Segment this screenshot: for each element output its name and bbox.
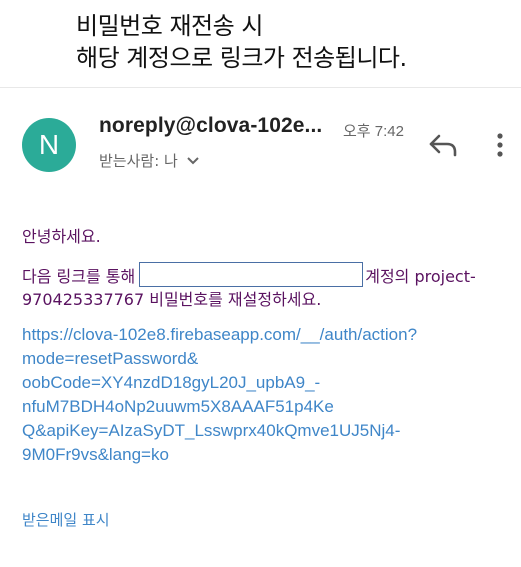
sender-avatar: N [22,118,76,172]
instruction-prefix: 다음 링크를 통해 [22,266,136,286]
instruction-line-1: 다음 링크를 통해 계정의 project- [22,262,476,287]
reset-link-line: Q&apiKey=AIzaSyDT_Lsswprx40kQmve1UJ5Nj4- [22,421,401,440]
redacted-email-box [139,262,364,287]
reset-link-line: https://clova-102e8.firebaseapp.com/__/a… [22,325,418,344]
reset-link-line: oobCode=XY4nzdD18gyL20J_upbA9_- [22,373,321,392]
instruction-suffix: 계정의 project- [365,266,476,286]
caption-line-2: 해당 계정으로 링크가 전송됩니다. [76,44,407,72]
reply-icon[interactable] [426,130,460,160]
sender-address[interactable]: noreply@clova-102e... [99,114,334,138]
timestamp: 오후 7:42 [343,123,404,140]
show-quoted-text-link[interactable]: 받은메일 표시 [22,509,110,530]
recipient-details[interactable]: 받는사람: 나 [99,150,200,171]
divider [0,87,521,88]
recipient-label: 받는사람: 나 [99,152,178,170]
reset-link-line: 9M0Fr9vs&lang=ko [22,445,169,464]
screen: 비밀번호 재전송 시 해당 계정으로 링크가 전송됩니다. N noreply@… [0,0,521,567]
caption-line-1: 비밀번호 재전송 시 [76,12,263,40]
reset-link-line: mode=resetPassword& [22,349,199,368]
reset-link-line: nfuM7BDH4oNp2uuwm5X8AAAF51p4Ke [22,397,334,416]
more-vert-icon[interactable] [488,130,512,160]
chevron-down-icon[interactable] [186,152,200,170]
caption: 비밀번호 재전송 시 해당 계정으로 링크가 전송됩니다. [76,10,407,74]
instruction-line-2: 970425337767 비밀번호를 재설정하세요. [22,290,322,309]
greeting: 안녕하세요. [22,227,101,246]
reset-password-link[interactable]: https://clova-102e8.firebaseapp.com/__/a… [22,323,492,467]
